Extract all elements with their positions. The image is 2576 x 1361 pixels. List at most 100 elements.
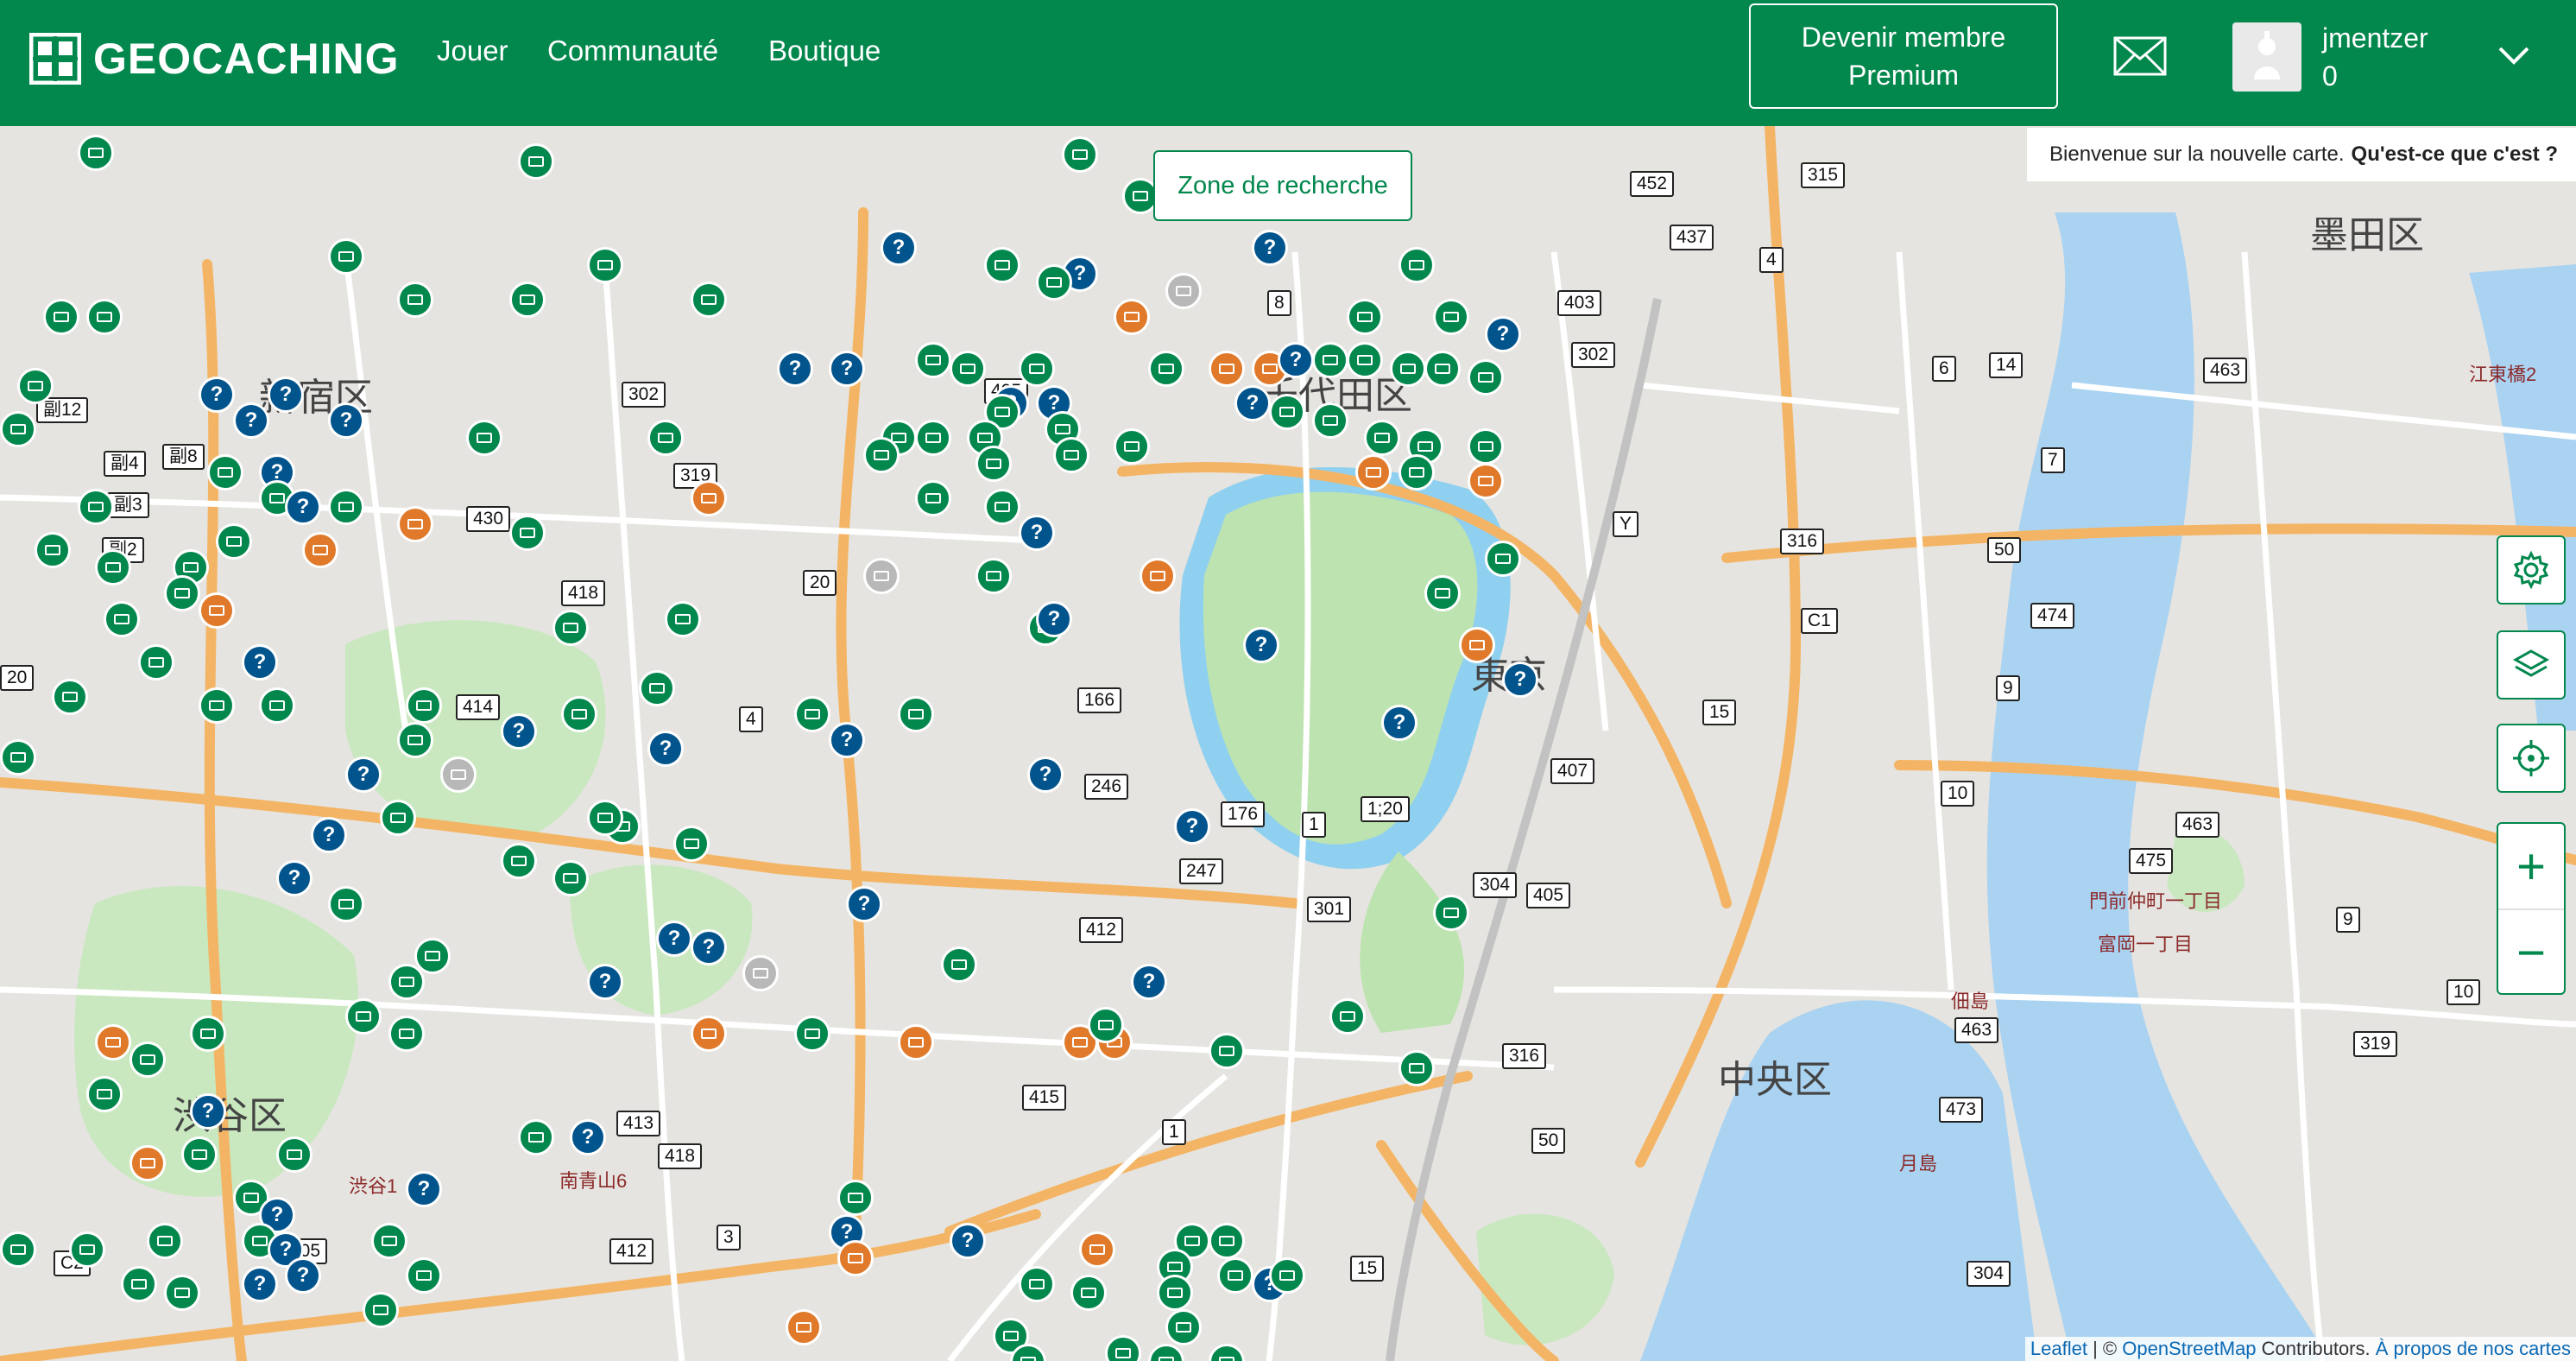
traditional-cache-marker[interactable] xyxy=(380,800,416,836)
traditional-cache-marker[interactable] xyxy=(665,601,701,637)
mystery-cache-marker[interactable]: ? xyxy=(311,817,347,853)
traditional-cache-marker[interactable] xyxy=(35,532,71,568)
traditional-cache-marker[interactable] xyxy=(86,1076,123,1112)
multi-cache-marker[interactable] xyxy=(786,1309,822,1345)
nav-boutique[interactable]: Boutique xyxy=(768,35,881,67)
traditional-cache-marker[interactable] xyxy=(1329,998,1366,1035)
traditional-cache-marker[interactable] xyxy=(328,886,364,922)
settings-button[interactable] xyxy=(2497,535,2566,605)
traditional-cache-marker[interactable] xyxy=(1398,247,1435,283)
traditional-cache-marker[interactable] xyxy=(164,1275,200,1311)
multi-cache-marker[interactable] xyxy=(691,1016,727,1052)
traditional-cache-marker[interactable] xyxy=(1070,1275,1107,1311)
traditional-cache-marker[interactable] xyxy=(837,1180,874,1216)
search-area-button[interactable]: Zone de recherche xyxy=(1153,150,1412,221)
mystery-cache-marker[interactable]: ? xyxy=(1252,230,1288,266)
osm-link[interactable]: OpenStreetMap xyxy=(2122,1338,2256,1360)
traditional-cache-marker[interactable] xyxy=(509,282,546,318)
traditional-cache-marker[interactable] xyxy=(863,437,900,473)
traditional-cache-marker[interactable] xyxy=(466,420,502,456)
traditional-cache-marker[interactable] xyxy=(552,610,589,646)
traditional-cache-marker[interactable] xyxy=(147,1223,183,1259)
traditional-cache-marker[interactable] xyxy=(1114,428,1150,465)
multi-cache-marker[interactable] xyxy=(1209,351,1245,387)
avatar[interactable] xyxy=(2232,22,2301,92)
traditional-cache-marker[interactable] xyxy=(388,964,425,1000)
mystery-cache-marker[interactable]: ? xyxy=(829,722,865,758)
mystery-cache-marker[interactable]: ? xyxy=(242,1266,278,1302)
traditional-cache-marker[interactable] xyxy=(1062,136,1098,173)
traditional-cache-marker[interactable] xyxy=(1053,437,1089,473)
mystery-cache-marker[interactable]: ? xyxy=(406,1171,442,1207)
mystery-cache-marker[interactable]: ? xyxy=(950,1223,986,1259)
traditional-cache-marker[interactable] xyxy=(1468,428,1504,465)
traditional-cache-marker[interactable] xyxy=(406,687,442,724)
premium-button[interactable]: Devenir membre Premium xyxy=(1749,3,2058,109)
username[interactable]: jmentzer xyxy=(2322,22,2428,54)
nav-communaute[interactable]: Communauté xyxy=(547,35,718,67)
traditional-cache-marker[interactable] xyxy=(1347,342,1383,378)
multi-cache-marker[interactable] xyxy=(1079,1231,1115,1268)
mystery-cache-marker[interactable]: ? xyxy=(501,713,537,750)
traditional-cache-marker[interactable] xyxy=(371,1223,407,1259)
multi-cache-marker[interactable] xyxy=(837,1240,874,1276)
traditional-cache-marker[interactable] xyxy=(69,1231,105,1268)
traditional-cache-marker[interactable] xyxy=(1157,1275,1193,1311)
traditional-cache-marker[interactable] xyxy=(1468,359,1504,396)
traditional-cache-marker[interactable] xyxy=(1347,299,1383,335)
mystery-cache-marker[interactable]: ? xyxy=(268,377,304,413)
traditional-cache-marker[interactable] xyxy=(190,1016,226,1052)
traditional-cache-marker[interactable] xyxy=(561,696,597,732)
mystery-cache-marker[interactable]: ? xyxy=(1502,662,1538,698)
disabled-cache-marker[interactable] xyxy=(863,558,900,594)
disabled-cache-marker[interactable] xyxy=(440,756,477,793)
traditional-cache-marker[interactable] xyxy=(984,489,1020,525)
mystery-cache-marker[interactable]: ? xyxy=(777,351,813,387)
traditional-cache-marker[interactable] xyxy=(1209,1033,1245,1069)
traditional-cache-marker[interactable] xyxy=(363,1292,399,1328)
mystery-cache-marker[interactable]: ? xyxy=(242,644,278,680)
traditional-cache-marker[interactable] xyxy=(1390,351,1426,387)
mystery-cache-marker[interactable]: ? xyxy=(1174,808,1210,845)
mystery-cache-marker[interactable]: ? xyxy=(1278,342,1314,378)
traditional-cache-marker[interactable] xyxy=(915,420,951,456)
traditional-cache-marker[interactable] xyxy=(950,351,986,387)
traditional-cache-marker[interactable] xyxy=(86,299,123,335)
traditional-cache-marker[interactable] xyxy=(1398,1050,1435,1086)
traditional-cache-marker[interactable] xyxy=(181,1136,218,1173)
multi-cache-marker[interactable] xyxy=(199,592,235,629)
traditional-cache-marker[interactable] xyxy=(78,489,114,525)
mystery-cache-marker[interactable]: ? xyxy=(1243,627,1279,663)
traditional-cache-marker[interactable] xyxy=(397,722,433,758)
traditional-cache-marker[interactable] xyxy=(1217,1257,1253,1294)
traditional-cache-marker[interactable] xyxy=(52,679,88,715)
traditional-cache-marker[interactable] xyxy=(794,696,830,732)
map-canvas[interactable]: 新宿区 千代田区 渋谷区 中央区 墨田区 東京 江東橋2 門前仲町一丁目 富岡一… xyxy=(0,126,2576,1361)
mystery-cache-marker[interactable]: ? xyxy=(1036,601,1072,637)
multi-cache-marker[interactable] xyxy=(95,1024,131,1060)
multi-cache-marker[interactable] xyxy=(1459,627,1495,663)
traditional-cache-marker[interactable] xyxy=(691,282,727,318)
traditional-cache-marker[interactable] xyxy=(1269,394,1305,430)
mystery-cache-marker[interactable]: ? xyxy=(647,731,684,767)
mystery-cache-marker[interactable]: ? xyxy=(1131,964,1167,1000)
mystery-cache-marker[interactable]: ? xyxy=(570,1119,606,1155)
traditional-cache-marker[interactable] xyxy=(1364,420,1400,456)
mystery-cache-marker[interactable]: ? xyxy=(1027,756,1064,793)
multi-cache-marker[interactable] xyxy=(129,1145,166,1181)
traditional-cache-marker[interactable] xyxy=(639,670,675,706)
traditional-cache-marker[interactable] xyxy=(518,143,554,180)
mystery-cache-marker[interactable]: ? xyxy=(190,1093,226,1130)
traditional-cache-marker[interactable] xyxy=(276,1136,313,1173)
multi-cache-marker[interactable] xyxy=(691,480,727,516)
traditional-cache-marker[interactable] xyxy=(1019,1266,1055,1302)
mystery-cache-marker[interactable]: ? xyxy=(656,921,692,957)
multi-cache-marker[interactable] xyxy=(1355,454,1392,491)
zoom-out-button[interactable]: − xyxy=(2498,910,2564,995)
traditional-cache-marker[interactable] xyxy=(1433,299,1469,335)
zoom-in-button[interactable]: + xyxy=(2498,824,2564,910)
welcome-link[interactable]: Qu'est-ce que c'est ? xyxy=(2352,142,2558,167)
mystery-cache-marker[interactable]: ? xyxy=(691,929,727,965)
mystery-cache-marker[interactable]: ? xyxy=(233,402,269,439)
mystery-cache-marker[interactable]: ? xyxy=(345,756,382,793)
